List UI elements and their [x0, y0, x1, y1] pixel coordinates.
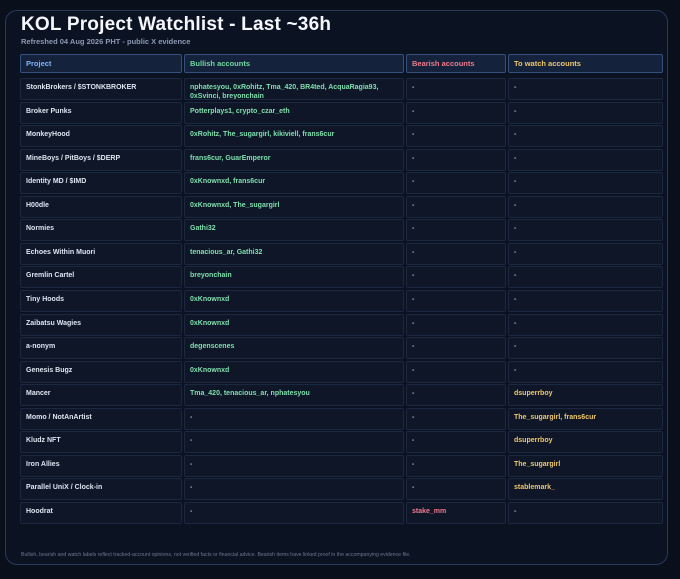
watch-cell: -: [508, 337, 663, 359]
bearish-cell: -: [406, 431, 506, 453]
bullish-cell: -: [184, 431, 404, 453]
bullish-cell: 0xKnownxd: [184, 361, 404, 383]
project-cell: Broker Punks: [20, 102, 182, 124]
project-cell: Echoes Within Muori: [20, 243, 182, 265]
bearish-cell: -: [406, 149, 506, 171]
bearish-cell: -: [406, 314, 506, 336]
project-cell: StonkBrokers / $STONKBROKER: [20, 78, 182, 100]
bearish-cell: -: [406, 196, 506, 218]
project-cell: Identity MD / $IMD: [20, 172, 182, 194]
watch-cell: -: [508, 172, 663, 194]
bullish-cell: Tma_420, tenacious_ar, nphatesyou: [184, 384, 404, 406]
footer-disclaimer: Bullish, bearish and watch labels reflec…: [21, 552, 411, 558]
bearish-cell: -: [406, 408, 506, 430]
bearish-cell: -: [406, 266, 506, 288]
bearish-cell: -: [406, 102, 506, 124]
watch-cell: dsuperrboy: [508, 431, 663, 453]
bearish-cell: -: [406, 78, 506, 100]
bearish-cell: -: [406, 290, 506, 312]
watch-cell: -: [508, 290, 663, 312]
bearish-cell: -: [406, 219, 506, 241]
watch-cell: -: [508, 196, 663, 218]
bearish-cell: -: [406, 384, 506, 406]
project-cell: MonkeyHood: [20, 125, 182, 147]
bullish-cell: tenacious_ar, Gathi32: [184, 243, 404, 265]
bullish-cell: -: [184, 478, 404, 500]
bearish-cell: -: [406, 361, 506, 383]
bullish-cell: Potterplays1, crypto_czar_eth: [184, 102, 404, 124]
bearish-cell: -: [406, 172, 506, 194]
header-bullish: Bullish accounts: [184, 54, 404, 73]
bullish-cell: breyonchain: [184, 266, 404, 288]
bullish-cell: 0xKnownxd: [184, 314, 404, 336]
bullish-cell: 0xKnownxd, The_sugargirl: [184, 196, 404, 218]
header-bearish: Bearish accounts: [406, 54, 506, 73]
project-cell: a-nonym: [20, 337, 182, 359]
project-cell: Mancer: [20, 384, 182, 406]
watch-cell: -: [508, 219, 663, 241]
bullish-cell: nphatesyou, 0xRohitz, Tma_420, BR4ted, A…: [184, 78, 404, 100]
bearish-cell: -: [406, 478, 506, 500]
project-cell: Iron Allies: [20, 455, 182, 477]
bullish-cell: 0xRohitz, The_sugargirl, kikiviell, fran…: [184, 125, 404, 147]
bearish-cell: -: [406, 125, 506, 147]
project-cell: Kludz NFT: [20, 431, 182, 453]
watch-cell: -: [508, 314, 663, 336]
watch-cell: -: [508, 243, 663, 265]
project-cell: Normies: [20, 219, 182, 241]
watch-cell: -: [508, 78, 663, 100]
bearish-cell: -: [406, 243, 506, 265]
project-cell: Genesis Bugz: [20, 361, 182, 383]
bullish-cell: Gathi32: [184, 219, 404, 241]
bearish-cell: -: [406, 455, 506, 477]
project-cell: Zaibatsu Wagies: [20, 314, 182, 336]
project-cell: Tiny Hoods: [20, 290, 182, 312]
watch-cell: stablemark_: [508, 478, 663, 500]
watch-cell: -: [508, 102, 663, 124]
watch-cell: -: [508, 502, 663, 524]
watchlist-panel: KOL Project Watchlist - Last ~36h Refres…: [5, 10, 668, 565]
project-cell: Gremlin Cartel: [20, 266, 182, 288]
project-cell: Momo / NotAnArtist: [20, 408, 182, 430]
watch-cell: dsuperrboy: [508, 384, 663, 406]
header-watch: To watch accounts: [508, 54, 663, 73]
bullish-cell: -: [184, 408, 404, 430]
project-cell: Parallel UniX / Clock-in: [20, 478, 182, 500]
bullish-cell: 0xKnownxd, frans6cur: [184, 172, 404, 194]
bearish-cell: -: [406, 337, 506, 359]
page-title: KOL Project Watchlist - Last ~36h: [21, 14, 332, 35]
page-subtitle: Refreshed 04 Aug 2026 PHT - public X evi…: [21, 37, 191, 46]
bullish-cell: -: [184, 455, 404, 477]
bullish-cell: frans6cur, GuarEmperor: [184, 149, 404, 171]
watch-cell: -: [508, 266, 663, 288]
bearish-cell: stake_mm: [406, 502, 506, 524]
bullish-cell: -: [184, 502, 404, 524]
bullish-cell: 0xKnownxd: [184, 290, 404, 312]
watch-cell: The_sugargirl: [508, 455, 663, 477]
watch-cell: -: [508, 149, 663, 171]
watch-cell: The_sugargirl, frans6cur: [508, 408, 663, 430]
project-cell: Hoodrat: [20, 502, 182, 524]
project-cell: H00dle: [20, 196, 182, 218]
project-cell: MineBoys / PitBoys / $DERP: [20, 149, 182, 171]
header-project: Project: [20, 54, 182, 73]
bullish-cell: degenscenes: [184, 337, 404, 359]
watch-cell: -: [508, 125, 663, 147]
watch-cell: -: [508, 361, 663, 383]
